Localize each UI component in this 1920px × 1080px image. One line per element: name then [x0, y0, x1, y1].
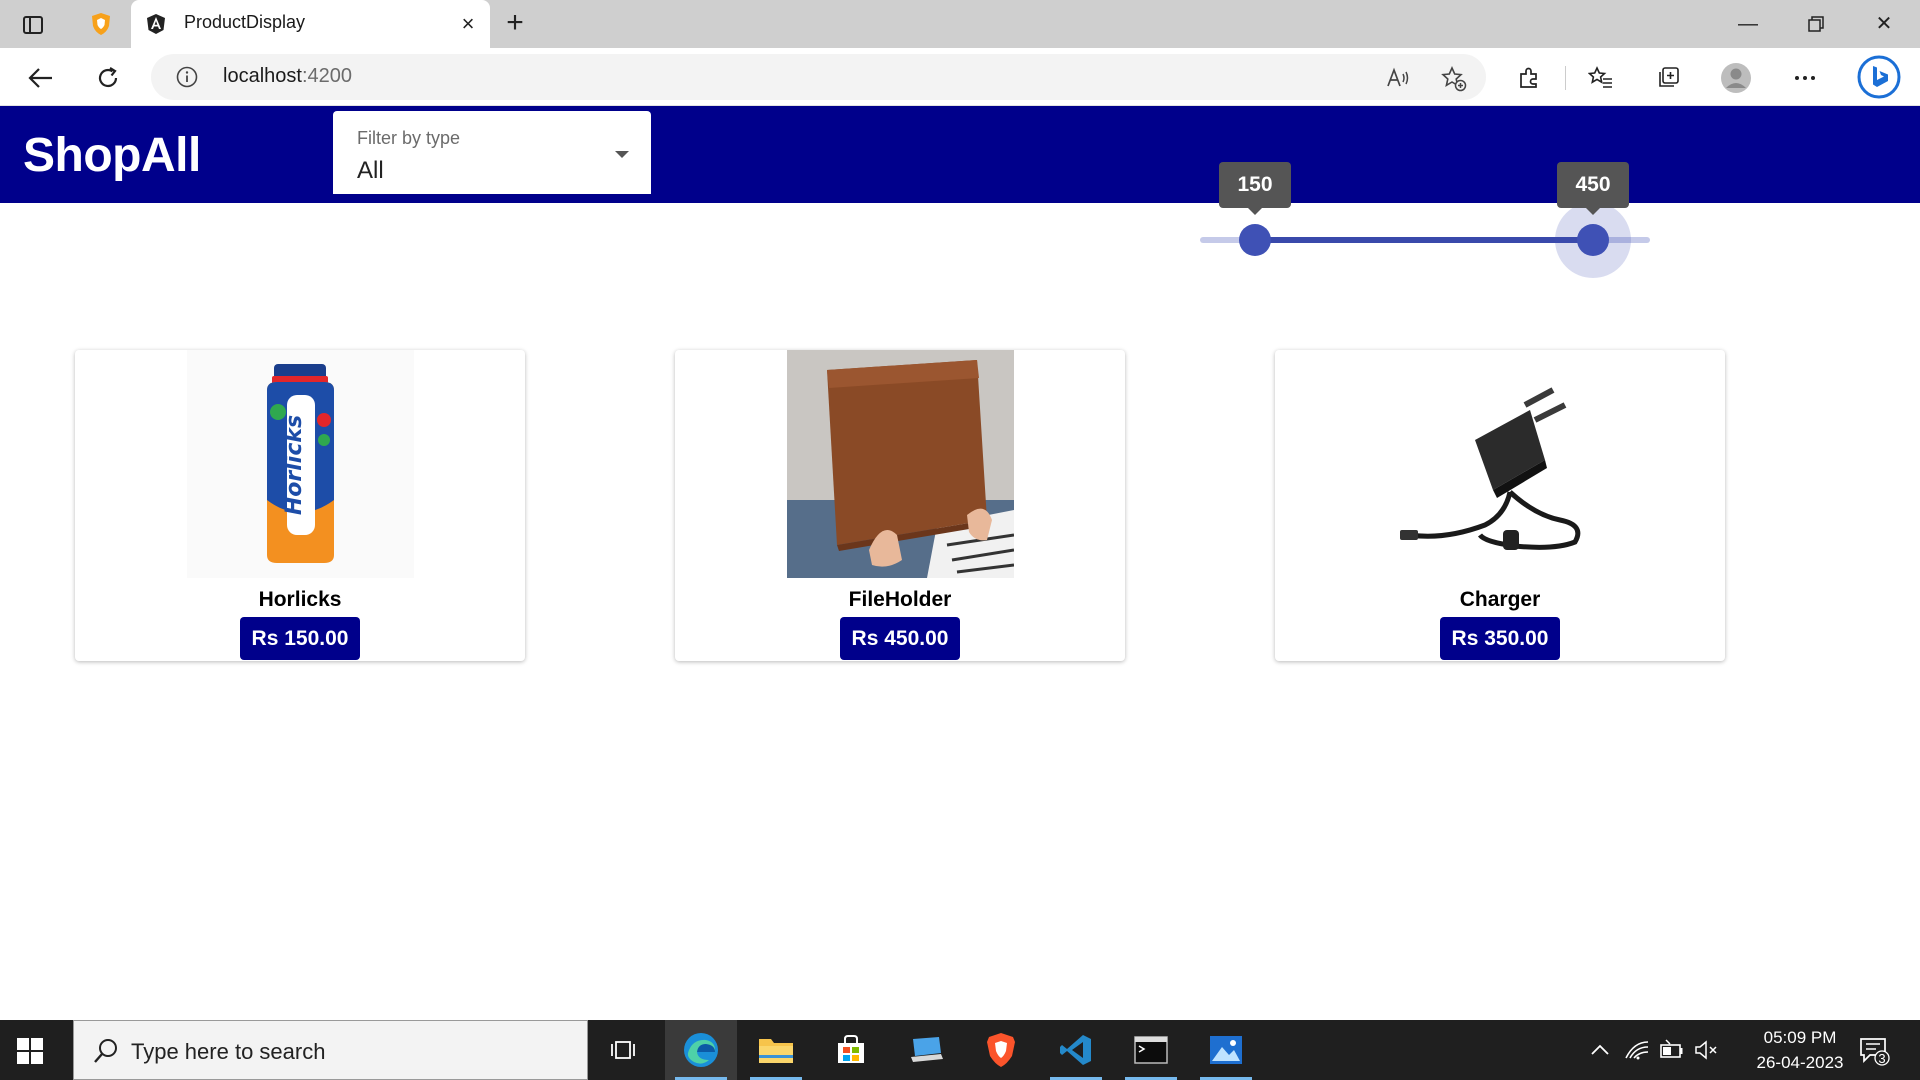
product-card[interactable]: FileHolder Rs 450.00	[675, 350, 1125, 661]
filter-value: All	[357, 157, 384, 184]
collections-icon[interactable]	[1651, 61, 1685, 95]
task-view-icon[interactable]	[588, 1020, 660, 1080]
site-info-icon[interactable]	[176, 66, 198, 88]
system-clock[interactable]: 05:09 PM 26-04-2023	[1740, 1025, 1860, 1075]
read-aloud-icon[interactable]	[1386, 66, 1410, 90]
profile-avatar[interactable]	[1719, 61, 1753, 95]
edge-taskbar-icon[interactable]	[665, 1020, 737, 1080]
clock-time: 05:09 PM	[1763, 1028, 1837, 1047]
new-tab-button[interactable]: +	[500, 8, 530, 39]
brand-logo[interactable]: ShopAll	[23, 128, 201, 183]
bing-chat-icon[interactable]	[1855, 53, 1903, 101]
address-bar[interactable]: localhost:4200	[151, 54, 1486, 100]
battery-icon[interactable]	[1658, 1038, 1684, 1062]
restore-button[interactable]	[1794, 8, 1838, 40]
svg-text:Horlicks: Horlicks	[282, 415, 307, 515]
slider-max-thumb[interactable]	[1577, 224, 1609, 256]
tab-title: ProductDisplay	[184, 12, 306, 32]
url-text[interactable]: localhost:4200	[223, 65, 352, 88]
slider-min-label: 150	[1219, 162, 1291, 215]
slider-max-label: 450	[1557, 162, 1629, 215]
price-badge: Rs 350.00	[1440, 617, 1560, 660]
product-image-fileholder	[787, 350, 1015, 578]
tab-actions-icon[interactable]	[20, 12, 46, 38]
close-tab-icon[interactable]: ×	[456, 12, 480, 36]
screen: ProductDisplay × + — ✕ localhost:4200 Sh…	[0, 0, 1920, 1080]
dropdown-arrow-icon[interactable]	[615, 151, 629, 158]
product-card[interactable]: Charger Rs 350.00	[1275, 350, 1725, 661]
photos-icon[interactable]	[1190, 1020, 1262, 1080]
angular-icon	[145, 13, 167, 35]
volume-muted-icon[interactable]	[1694, 1038, 1720, 1062]
filter-type-select[interactable]: Filter by type All	[333, 111, 651, 194]
product-name: FileHolder	[848, 588, 952, 611]
brave-shield-icon[interactable]	[88, 11, 114, 37]
search-icon	[92, 1037, 120, 1065]
vscode-icon[interactable]	[1040, 1020, 1112, 1080]
price-badge: Rs 150.00	[240, 617, 360, 660]
wifi-icon[interactable]	[1624, 1038, 1650, 1062]
notification-count: 3	[1878, 1051, 1886, 1066]
microsoft-store-icon[interactable]	[815, 1020, 887, 1080]
product-image-charger	[1385, 350, 1615, 578]
product-name: Charger	[1459, 588, 1541, 611]
slider-active-track	[1255, 237, 1593, 243]
search-placeholder: Type here to search	[131, 1039, 326, 1064]
price-range-slider[interactable]: 150 450	[1200, 150, 1650, 290]
more-options-icon[interactable]	[1788, 61, 1822, 95]
file-explorer-icon[interactable]	[740, 1020, 812, 1080]
brave-browser-icon[interactable]	[965, 1020, 1037, 1080]
browser-toolbar: localhost:4200	[0, 48, 1920, 106]
notification-center-icon[interactable]: 3	[1858, 1034, 1890, 1066]
taskbar-search-box[interactable]: Type here to search	[73, 1020, 588, 1080]
tab-productdisplay[interactable]: ProductDisplay ×	[131, 0, 490, 48]
close-window-button[interactable]: ✕	[1862, 8, 1906, 40]
back-button[interactable]	[24, 61, 58, 95]
remote-desktop-icon[interactable]	[890, 1020, 962, 1080]
slider-min-thumb[interactable]	[1239, 224, 1271, 256]
filter-label: Filter by type	[357, 128, 461, 148]
price-badge: Rs 450.00	[840, 617, 960, 660]
windows-start-icon[interactable]	[16, 1037, 44, 1065]
minimize-button[interactable]: —	[1726, 8, 1770, 40]
extensions-icon[interactable]	[1512, 61, 1546, 95]
show-hidden-icons-icon[interactable]	[1588, 1038, 1614, 1062]
product-card[interactable]: Horlicks Horlicks Rs 150.00	[75, 350, 525, 661]
favorites-icon[interactable]	[1584, 61, 1618, 95]
terminal-icon[interactable]	[1115, 1020, 1187, 1080]
browser-tab-strip: ProductDisplay × + — ✕	[0, 0, 1920, 48]
add-favorite-icon[interactable]	[1441, 66, 1467, 92]
clock-date: 26-04-2023	[1756, 1053, 1844, 1072]
product-image-horlicks: Horlicks	[187, 350, 414, 578]
product-name: Horlicks	[258, 588, 342, 611]
windows-taskbar: Type here to search 05:09 PM 26-04-2023 …	[0, 1020, 1920, 1080]
reload-button[interactable]	[91, 61, 125, 95]
toolbar-divider	[1565, 66, 1566, 90]
